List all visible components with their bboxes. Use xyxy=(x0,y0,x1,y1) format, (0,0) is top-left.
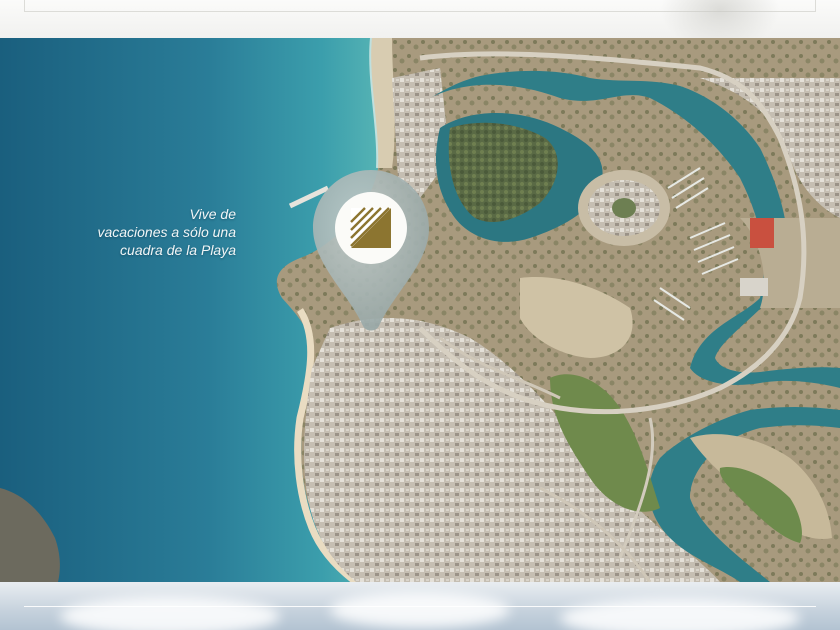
top-photo-strip xyxy=(0,0,840,38)
bottom-frame xyxy=(24,606,816,607)
map-pin-icon xyxy=(311,166,431,334)
tagline-caption: Vive de vacaciones a sólo una cuadra de … xyxy=(50,205,236,259)
aerial-map: Vive de vacaciones a sólo una cuadra de … xyxy=(0,38,840,582)
tagline-line-2: vacaciones a sólo una xyxy=(97,224,236,240)
development-logo-icon xyxy=(350,207,391,248)
cloud xyxy=(330,592,510,628)
cloud xyxy=(560,598,800,630)
cloud xyxy=(60,596,280,630)
listing-image: Vive de vacaciones a sólo una cuadra de … xyxy=(0,0,840,630)
bottom-photo-strip xyxy=(0,582,840,630)
tagline-line-1: Vive de xyxy=(189,206,236,222)
decorative-foliage xyxy=(660,0,780,38)
tagline-line-3: cuadra de la Playa xyxy=(120,242,236,258)
